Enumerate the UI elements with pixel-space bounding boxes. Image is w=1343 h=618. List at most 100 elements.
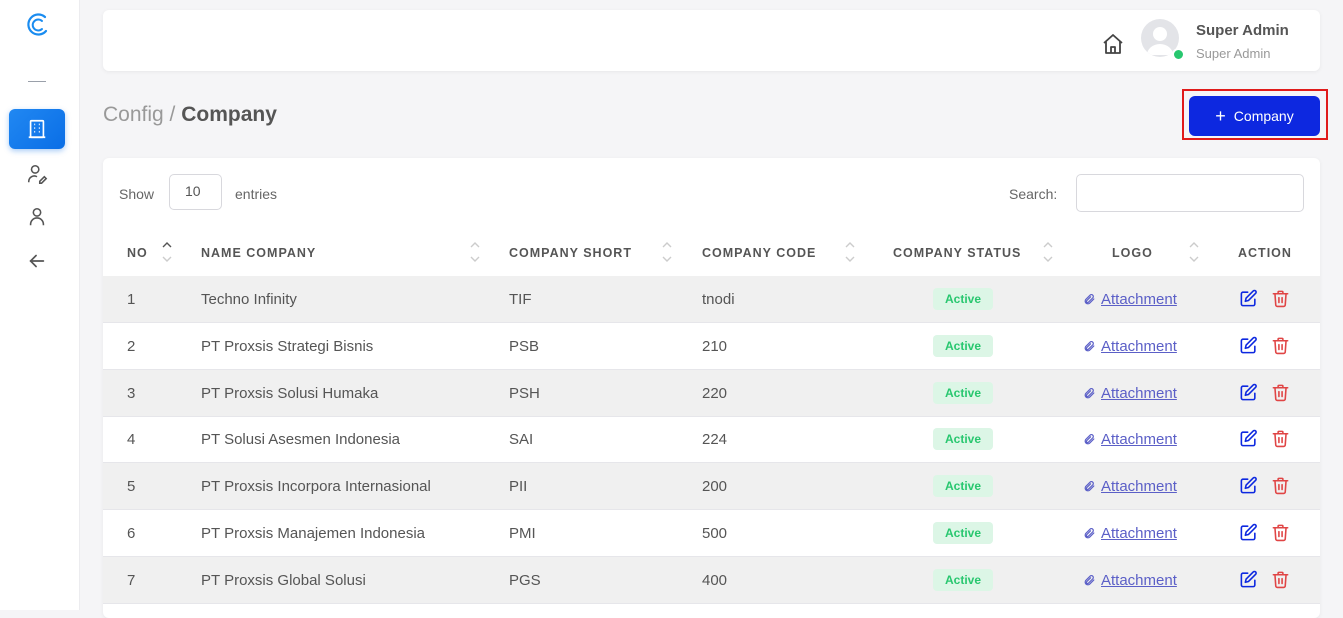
status-badge: Active — [933, 568, 993, 591]
trash-icon[interactable] — [1271, 570, 1290, 589]
cell-company-name: PT Proxsis Global Solusi — [201, 571, 366, 589]
table-row: 1 Techno Infinity TIF tnodi Active Attachment — [103, 276, 1320, 323]
paperclip-icon — [1084, 340, 1095, 352]
status-badge: Active — [933, 288, 993, 310]
attachment-label[interactable]: Attachment — [1101, 385, 1177, 402]
attachment-label[interactable]: Attachment — [1101, 431, 1177, 448]
breadcrumb-separator: / — [163, 103, 182, 126]
plus-icon: + — [1215, 106, 1226, 126]
sort-icon[interactable] — [469, 237, 481, 265]
cell-company-name: PT Proxsis Strategi Bisnis — [201, 337, 374, 355]
sort-icon[interactable] — [844, 237, 856, 265]
attachment-link[interactable]: Attachment — [1083, 478, 1177, 495]
column-header-short[interactable]: COMPANY SHORT — [509, 246, 632, 260]
table-row: 3 PT Proxsis Solusi Humaka PSH 220 Active Att… — [103, 369, 1320, 417]
cell-no: 4 — [127, 431, 136, 449]
attachment-link[interactable]: Attachment — [1083, 385, 1177, 402]
cell-no: 5 — [127, 478, 136, 496]
cell-company-short: SAI — [509, 431, 534, 449]
attachment-link[interactable]: Attachment — [1083, 525, 1177, 542]
sidebar-item-user-settings[interactable] — [9, 154, 65, 194]
attachment-label[interactable]: Attachment — [1101, 338, 1177, 355]
trash-icon[interactable] — [1271, 289, 1290, 308]
add-company-button[interactable]: + Company — [1189, 96, 1320, 136]
trash-icon[interactable] — [1271, 336, 1290, 355]
trash-icon[interactable] — [1271, 383, 1290, 402]
table-row: 4 PT Solusi Asesmen Indonesia SAI 224 Active… — [103, 416, 1320, 464]
search-input[interactable] — [1076, 174, 1304, 212]
cell-company-name: PT Proxsis Solusi Humaka — [201, 384, 379, 402]
cell-company-short: PMI — [509, 525, 536, 542]
entries-label: entries — [235, 186, 278, 202]
paperclip-icon — [1084, 481, 1095, 492]
cell-company-code: 220 — [702, 384, 728, 402]
trash-icon[interactable] — [1271, 429, 1290, 448]
attachment-link[interactable]: Attachment — [1083, 291, 1177, 308]
status-badge: Active — [933, 428, 993, 451]
attachment-label[interactable]: Attachment — [1101, 572, 1177, 589]
table-row: 6 PT Proxsis Manajemen Indonesia PMI 500 Act… — [103, 510, 1320, 557]
sidebar — [0, 0, 80, 610]
table-row: 5 PT Proxsis Incorpora Internasional PII 20… — [103, 463, 1320, 511]
paperclip-icon — [1084, 528, 1095, 539]
breadcrumb-parent[interactable]: Config — [103, 103, 164, 126]
sort-icon[interactable] — [661, 237, 673, 265]
cell-company-code: tnodi — [702, 291, 735, 308]
online-status-dot — [1172, 48, 1185, 61]
edit-icon[interactable] — [1239, 476, 1258, 495]
attachment-link[interactable]: Attachment — [1083, 338, 1177, 355]
status-badge: Active — [933, 334, 993, 357]
home-icon[interactable] — [1101, 32, 1125, 56]
cell-company-short: PGS — [509, 571, 541, 589]
status-badge: Active — [933, 381, 993, 404]
cell-company-code: 224 — [702, 431, 728, 449]
edit-icon[interactable] — [1239, 570, 1258, 589]
edit-icon[interactable] — [1239, 429, 1258, 448]
edit-icon[interactable] — [1239, 383, 1258, 402]
table-row: 2 PT Proxsis Strategi Bisnis PSB 210 Active A… — [103, 323, 1320, 370]
attachment-link[interactable]: Attachment — [1083, 572, 1177, 589]
column-header-name[interactable]: NAME COMPANY — [201, 246, 316, 260]
cell-company-code: 210 — [702, 337, 728, 355]
attachment-label[interactable]: Attachment — [1101, 525, 1177, 542]
attachment-label[interactable]: Attachment — [1101, 291, 1177, 308]
trash-icon[interactable] — [1271, 523, 1290, 542]
sort-icon[interactable] — [1188, 237, 1200, 265]
cell-company-name: Techno Infinity — [201, 291, 297, 308]
show-label: Show — [119, 186, 155, 202]
trash-icon[interactable] — [1271, 476, 1290, 495]
breadcrumb: Config / Company — [103, 103, 277, 127]
attachment-link[interactable]: Attachment — [1083, 431, 1177, 448]
sort-asc-icon[interactable] — [161, 237, 173, 265]
column-header-logo[interactable]: LOGO — [1112, 246, 1153, 260]
cell-company-name: PT Proxsis Incorpora Internasional — [201, 478, 431, 496]
cell-company-name: PT Solusi Asesmen Indonesia — [201, 431, 401, 449]
cell-no: 3 — [127, 384, 136, 402]
cell-no: 2 — [127, 337, 136, 355]
search-label: Search: — [1009, 186, 1058, 202]
entries-select[interactable]: 10 — [169, 174, 222, 210]
building-icon — [28, 119, 46, 139]
table-row: 7 PT Proxsis Global Solusi PGS 400 Active Att… — [103, 556, 1320, 604]
column-header-status[interactable]: COMPANY STATUS — [893, 246, 1021, 260]
c-logo-icon[interactable] — [24, 11, 52, 39]
cell-company-short: PSH — [509, 384, 540, 402]
cell-no: 7 — [127, 571, 136, 589]
column-header-no[interactable]: NO — [127, 246, 148, 260]
edit-icon[interactable] — [1239, 523, 1258, 542]
paperclip-icon — [1084, 574, 1095, 586]
sidebar-item-user[interactable] — [9, 197, 65, 237]
edit-icon[interactable] — [1239, 289, 1258, 308]
sidebar-item-back[interactable] — [9, 241, 65, 281]
attachment-label[interactable]: Attachment — [1101, 478, 1177, 495]
cell-no: 6 — [127, 525, 136, 542]
column-header-code[interactable]: COMPANY CODE — [702, 246, 816, 260]
user-name[interactable]: Super Admin — [1196, 22, 1289, 39]
user-role: Super Admin — [1196, 46, 1271, 61]
edit-icon[interactable] — [1239, 336, 1258, 355]
sort-icon[interactable] — [1042, 237, 1054, 265]
sidebar-item-company[interactable] — [9, 109, 65, 149]
paperclip-icon — [1084, 294, 1095, 305]
arrow-left-icon — [29, 254, 45, 268]
status-badge: Active — [933, 475, 993, 498]
